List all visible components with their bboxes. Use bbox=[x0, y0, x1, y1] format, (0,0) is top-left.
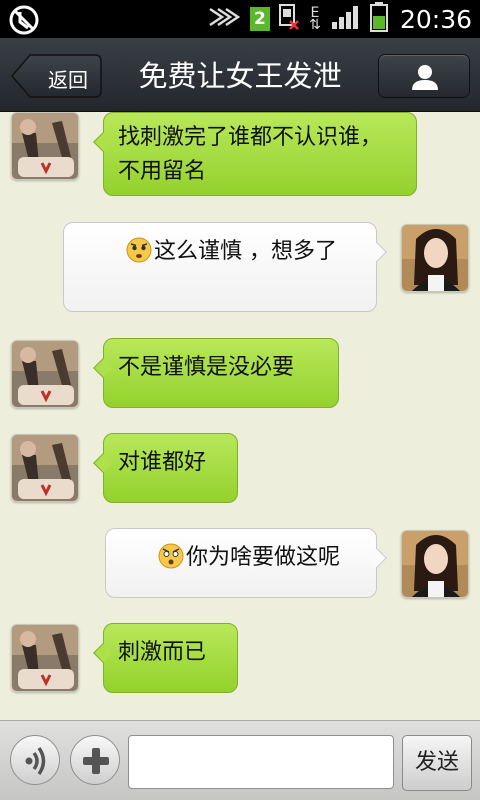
profile-button[interactable] bbox=[378, 54, 470, 98]
back-button[interactable]: 返回 bbox=[10, 54, 102, 98]
back-label: 返回 bbox=[48, 68, 88, 92]
worried-face-icon bbox=[126, 237, 152, 263]
message-text: 这么谨慎 ，想多了 bbox=[154, 239, 337, 264]
message-input[interactable] bbox=[128, 735, 394, 789]
my-avatar[interactable] bbox=[401, 224, 469, 292]
contact-avatar[interactable] bbox=[11, 340, 79, 408]
sim-card-2-icon: 2 bbox=[249, 7, 270, 31]
clock-time: 20:36 bbox=[399, 4, 472, 34]
surprised-face-icon bbox=[158, 543, 184, 569]
message-text: 刺激而已 bbox=[118, 640, 207, 665]
no-disturb-icon bbox=[8, 4, 40, 40]
received-message[interactable]: 对谁都好 bbox=[93, 433, 238, 503]
battery-icon bbox=[369, 2, 388, 36]
signal-strength-icon bbox=[208, 5, 242, 33]
voice-button[interactable] bbox=[10, 735, 60, 785]
contact-avatar[interactable] bbox=[11, 434, 79, 502]
sent-message[interactable]: 这么谨慎 ，想多了 bbox=[63, 222, 387, 312]
status-bar: 2 E ⇅ 20:36 bbox=[0, 0, 480, 38]
received-message[interactable]: 刺激而已 bbox=[93, 623, 238, 693]
message-text: 对谁都好 bbox=[118, 450, 207, 475]
received-message[interactable]: 找刺激完了谁都不认识谁，不用留名 bbox=[93, 112, 417, 196]
message-text: 找刺激完了谁都不认识谁，不用留名 bbox=[118, 125, 383, 184]
person-icon bbox=[412, 65, 438, 90]
contact-avatar[interactable] bbox=[11, 112, 79, 180]
cell-signal-icon bbox=[330, 4, 362, 34]
message-list[interactable]: 找刺激完了谁都不认识谁，不用留名 这么谨慎 ，想多了 不是谨慎是没必要 对谁都好… bbox=[0, 112, 480, 720]
send-button[interactable]: 发送 bbox=[402, 735, 472, 791]
plus-icon bbox=[83, 748, 109, 774]
contact-avatar[interactable] bbox=[11, 624, 79, 692]
voice-icon bbox=[25, 747, 46, 775]
sent-message[interactable]: 你为啥要做这呢 bbox=[105, 528, 387, 598]
add-attachment-button[interactable] bbox=[70, 735, 120, 785]
message-text: 不是谨慎是没必要 bbox=[118, 355, 295, 380]
my-avatar[interactable] bbox=[401, 530, 469, 598]
message-input-bar: 发送 bbox=[0, 720, 480, 800]
sim-no-service-icon bbox=[278, 3, 300, 35]
message-text: 你为啥要做这呢 bbox=[186, 545, 341, 570]
chat-header: 返回 免费让女王发泄 bbox=[0, 38, 480, 112]
received-message[interactable]: 不是谨慎是没必要 bbox=[93, 338, 339, 408]
data-e-icon: E ⇅ bbox=[309, 5, 321, 33]
chat-title: 免费让女王发泄 bbox=[138, 59, 342, 93]
